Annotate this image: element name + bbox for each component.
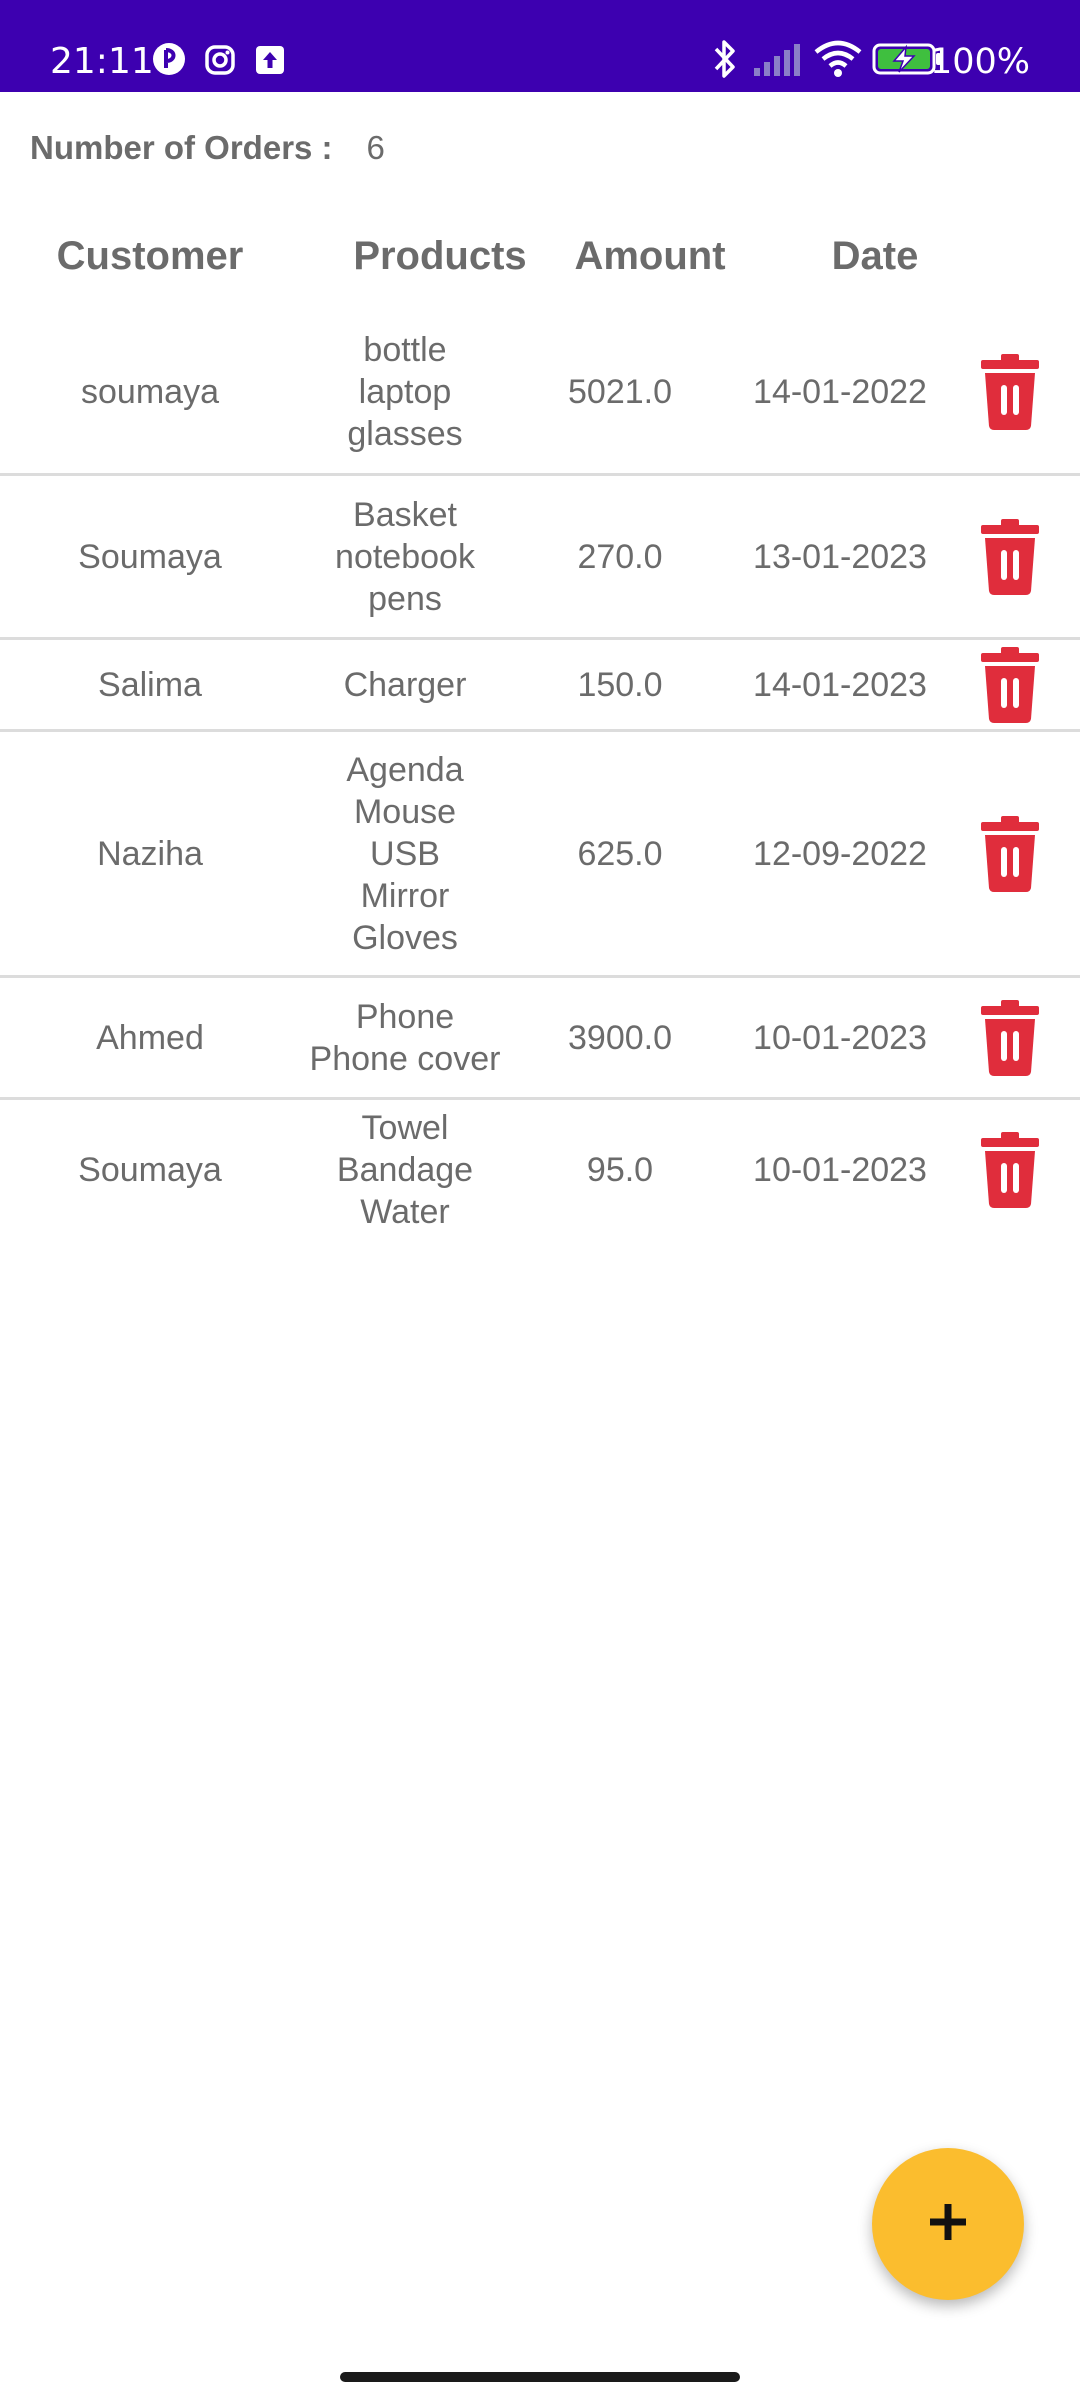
order-product-item: Water <box>360 1193 450 1231</box>
trash-icon <box>979 1132 1041 1208</box>
order-product-item: Towel <box>361 1109 449 1147</box>
delete-order-button[interactable] <box>960 978 1060 1097</box>
order-amount: 625.0 <box>577 834 663 873</box>
delete-order-button[interactable] <box>960 310 1060 473</box>
order-date: 10-01-2023 <box>753 1018 927 1057</box>
order-customer: Ahmed <box>96 1018 204 1057</box>
order-row[interactable]: Soumaya Basket notebook pens 270.0 13-01-2023 <box>0 476 1080 640</box>
order-product-item: Agenda <box>346 750 464 789</box>
order-row[interactable]: Salima Charger 150.0 14-01-2023 <box>0 640 1080 732</box>
order-products: Basket notebook pens <box>275 476 535 637</box>
trash-icon <box>979 999 1041 1076</box>
delete-order-button[interactable] <box>960 640 1060 729</box>
orders-list: soumaya bottle laptop glasses 5021.0 14-01-20… <box>0 310 1080 1240</box>
order-customer: Soumaya <box>78 1151 222 1189</box>
order-date: 14-01-2023 <box>753 665 927 704</box>
order-row[interactable]: soumaya bottle laptop glasses 5021.0 14-01-20… <box>0 310 1080 476</box>
order-amount: 5021.0 <box>568 372 672 411</box>
order-product-item: Basket <box>353 495 457 534</box>
home-indicator[interactable] <box>340 2372 740 2382</box>
order-date: 12-09-2022 <box>753 834 927 873</box>
header-date: Date <box>831 234 919 278</box>
order-product-item: Gloves <box>352 918 458 957</box>
header-customer: Customer <box>56 234 244 278</box>
signal-icon <box>752 42 800 83</box>
delete-order-button[interactable] <box>960 1100 1060 1240</box>
order-customer: Soumaya <box>78 537 222 576</box>
trash-icon <box>979 353 1041 430</box>
order-product-item: pens <box>368 579 442 618</box>
order-product-item: Charger <box>343 665 467 704</box>
status-time: 21:11 <box>50 41 154 82</box>
header-amount: Amount <box>574 234 726 278</box>
pinterest-style-icon <box>152 42 186 81</box>
bluetooth-icon <box>710 38 740 85</box>
order-customer: soumaya <box>81 372 219 411</box>
order-amount: 95.0 <box>586 1151 654 1189</box>
add-order-button[interactable] <box>872 2148 1024 2300</box>
order-date: 13-01-2023 <box>753 537 927 576</box>
order-row[interactable]: Naziha Agenda Mouse USB Mirror Gloves 625.0 12-… <box>0 732 1080 978</box>
battery-percentage: 100% <box>929 42 1030 82</box>
upload-icon <box>254 44 286 81</box>
order-date: 10-01-2023 <box>753 1151 927 1189</box>
order-product-item: laptop <box>358 372 452 411</box>
order-products: Phone Phone cover <box>275 978 535 1097</box>
order-product-item: Mirror <box>360 876 450 915</box>
order-amount: 270.0 <box>577 537 663 576</box>
plus-icon <box>928 2202 968 2247</box>
delete-order-button[interactable] <box>960 476 1060 637</box>
order-amount: 150.0 <box>577 665 663 704</box>
table-header: Customer Products Amount Date <box>0 226 1080 286</box>
order-products: Towel Bandage Water <box>275 1100 535 1240</box>
order-product-item: notebook <box>335 537 475 576</box>
orders-count: Number of Orders : 6 <box>30 126 385 170</box>
order-product-item: Phone cover <box>309 1039 501 1078</box>
wifi-icon <box>814 40 862 83</box>
delete-order-button[interactable] <box>960 732 1060 975</box>
order-customer: Naziha <box>97 834 203 873</box>
order-row[interactable]: Soumaya Towel Bandage Water 95.0 10-01-2023 <box>0 1100 1080 1240</box>
status-bar: 21:11 100% <box>0 0 1080 92</box>
order-customer: Salima <box>98 665 202 704</box>
orders-count-label: Number of Orders : <box>30 129 333 166</box>
order-product-item: Mouse <box>353 792 457 831</box>
order-product-item: bottle <box>363 330 447 369</box>
order-product-item: glasses <box>347 414 463 453</box>
order-amount: 3900.0 <box>568 1018 672 1057</box>
order-products: Agenda Mouse USB Mirror Gloves <box>275 732 535 975</box>
order-product-item: Bandage <box>336 1151 474 1189</box>
order-products: Charger <box>275 640 535 729</box>
order-product-item: USB <box>370 834 440 873</box>
instagram-icon <box>204 44 236 81</box>
order-product-item: Phone <box>355 997 455 1036</box>
order-date: 14-01-2022 <box>753 372 927 411</box>
order-row[interactable]: Ahmed Phone Phone cover 3900.0 10-01-2023 <box>0 978 1080 1100</box>
header-products: Products <box>353 234 527 278</box>
orders-count-value: 6 <box>366 129 385 166</box>
trash-icon <box>979 646 1041 723</box>
order-products: bottle laptop glasses <box>275 310 535 473</box>
trash-icon <box>979 518 1041 595</box>
trash-icon <box>979 815 1041 892</box>
